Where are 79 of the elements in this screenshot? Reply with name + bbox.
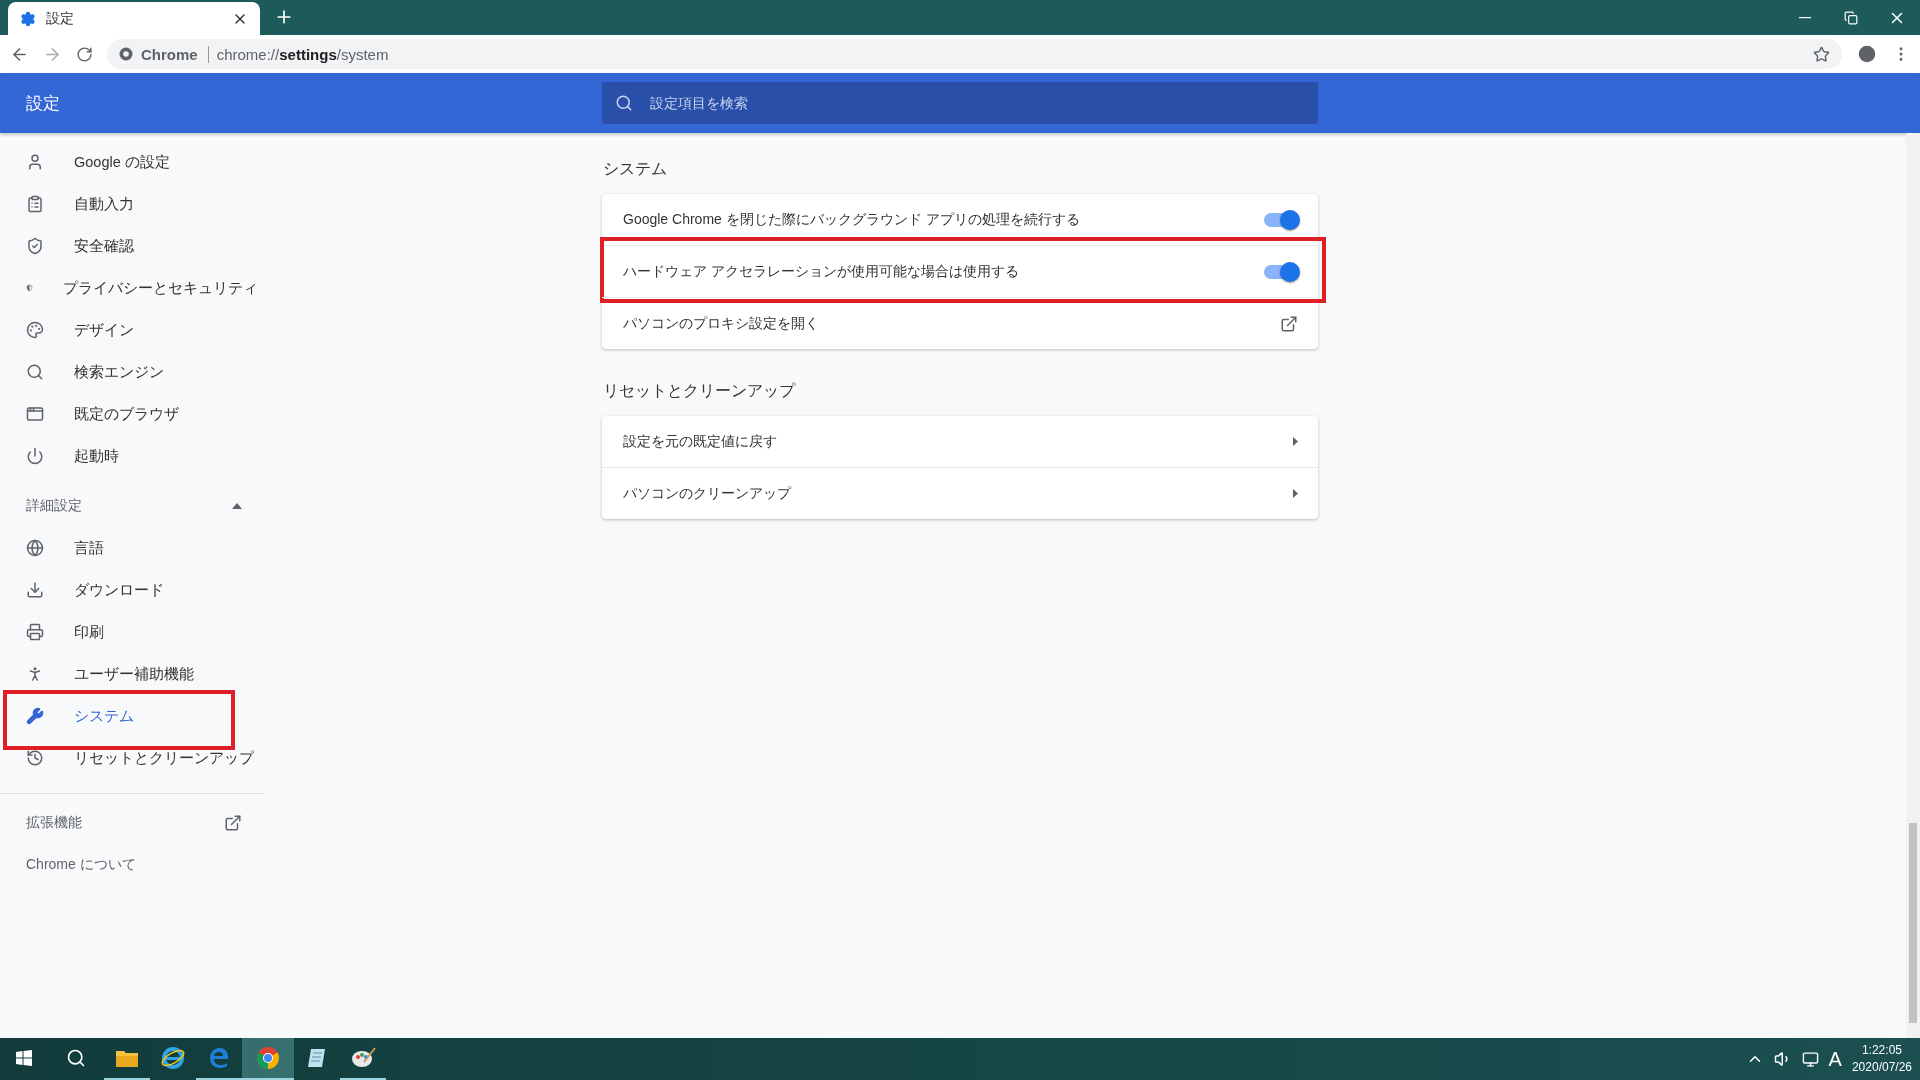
setting-label: パソコンのプロキシ設定を開く xyxy=(623,314,820,333)
external-link-icon xyxy=(1280,314,1298,333)
section-title: リセットとクリーンアップ xyxy=(602,381,797,401)
advanced-section-toggle[interactable]: 詳細設定 xyxy=(0,485,264,527)
search-icon xyxy=(615,94,633,112)
extensions-link[interactable]: 拡張機能 xyxy=(0,802,264,844)
toggle-switch[interactable] xyxy=(1264,264,1298,279)
menu-item-icon xyxy=(26,195,44,213)
setting-label: ハードウェア アクセラレーションが使用可能な場合は使用する xyxy=(623,262,1020,281)
menu-item-icon xyxy=(26,447,44,465)
setting-label: 設定を元の既定値に戻す xyxy=(623,432,778,451)
input-method-indicator[interactable]: A xyxy=(1828,1047,1842,1071)
search-icon xyxy=(66,1048,86,1068)
sidebar-item[interactable]: 自動入力 xyxy=(0,183,264,225)
section-title: システム xyxy=(602,159,668,179)
site-label: Chrome xyxy=(141,45,209,63)
caret-right-icon xyxy=(1293,437,1298,446)
sidebar-item[interactable]: 起動時 xyxy=(0,435,264,477)
clock-time: 1:22:05 xyxy=(1861,1042,1902,1059)
sidebar-item[interactable]: Google の設定 xyxy=(0,141,264,183)
search-field[interactable]: 設定項目を検索 xyxy=(602,82,1318,124)
sidebar-item[interactable]: 安全確認 xyxy=(0,225,264,267)
tab-title: 設定 xyxy=(46,9,75,28)
settings-row[interactable]: パソコンのクリーンアップ xyxy=(602,467,1318,519)
browser-tab[interactable]: 設定 xyxy=(8,2,260,35)
sidebar-item[interactable]: デザイン xyxy=(0,309,264,351)
settings-row[interactable]: Google Chrome を閉じた際にバックグラウンド アプリの処理を続行する xyxy=(602,194,1318,245)
setting-label: パソコンのクリーンアップ xyxy=(623,484,793,503)
settings-icon xyxy=(20,10,36,27)
restore-icon xyxy=(1844,10,1858,25)
page-title: 設定 xyxy=(25,92,61,115)
notepad-icon xyxy=(306,1047,328,1069)
clock[interactable]: 1:22:05 2020/07/26 xyxy=(1851,1042,1912,1076)
menu-item-icon xyxy=(26,623,44,641)
sidebar-item[interactable]: 検索エンジン xyxy=(0,351,264,393)
about-link[interactable]: Chrome について xyxy=(0,844,264,886)
sidebar-item[interactable]: 印刷 xyxy=(0,611,264,653)
sidebar-item[interactable]: ユーザー補助機能 xyxy=(0,653,264,695)
settings-row[interactable]: 設定を元の既定値に戻す xyxy=(602,416,1318,467)
profile-icon[interactable] xyxy=(1856,43,1878,65)
external-link-icon xyxy=(224,814,242,832)
palette-icon xyxy=(350,1046,376,1070)
windows-logo-icon xyxy=(16,1050,32,1066)
address-bar[interactable]: Chrome chrome://settings/system xyxy=(107,39,1842,69)
caret-up-icon xyxy=(232,503,242,509)
menu-item-icon xyxy=(26,749,44,767)
menu-item-icon xyxy=(26,321,44,339)
scrollbar[interactable] xyxy=(1906,133,1920,1038)
letter-e-icon xyxy=(160,1046,186,1070)
setting-label: Google Chrome を閉じた際にバックグラウンド アプリの処理を続行する xyxy=(623,210,1081,229)
menu-item-icon xyxy=(26,405,44,423)
settings-row[interactable]: パソコンのプロキシ設定を開く xyxy=(602,297,1318,349)
advanced-label: 詳細設定 xyxy=(26,497,82,515)
network-icon xyxy=(1801,1050,1819,1068)
menu-item-icon xyxy=(26,363,44,381)
toggle-switch[interactable] xyxy=(1264,212,1298,227)
menu-item-icon xyxy=(26,707,44,725)
menu-item-icon xyxy=(26,153,44,171)
settings-row[interactable]: ハードウェア アクセラレーションが使用可能な場合は使用する xyxy=(602,245,1318,297)
sidebar-item[interactable]: プライバシーとセキュリティ xyxy=(0,267,264,309)
letter-e-icon xyxy=(207,1046,231,1070)
minimize-icon xyxy=(1799,16,1811,19)
reload-button[interactable] xyxy=(76,45,93,63)
menu-item-icon xyxy=(26,581,44,599)
browser-logo-icon xyxy=(256,1046,280,1070)
bookmark-star-icon[interactable] xyxy=(1813,45,1830,63)
extensions-label: 拡張機能 xyxy=(26,814,82,832)
menu-item-icon xyxy=(26,539,44,557)
url-text: chrome://settings/system xyxy=(216,45,389,63)
sidebar-item[interactable]: システム xyxy=(0,695,264,737)
clock-date: 2020/07/26 xyxy=(1851,1059,1912,1076)
sidebar-item[interactable]: 言語 xyxy=(0,527,264,569)
folder-icon xyxy=(115,1048,139,1068)
browser-logo-icon xyxy=(119,47,133,61)
menu-item-icon xyxy=(26,237,44,255)
sidebar-item[interactable]: 既定のブラウザ xyxy=(0,393,264,435)
sidebar-item[interactable]: ダウンロード xyxy=(0,569,264,611)
sidebar-item[interactable]: リセットとクリーンアップ xyxy=(0,737,264,779)
caret-right-icon xyxy=(1293,489,1298,498)
